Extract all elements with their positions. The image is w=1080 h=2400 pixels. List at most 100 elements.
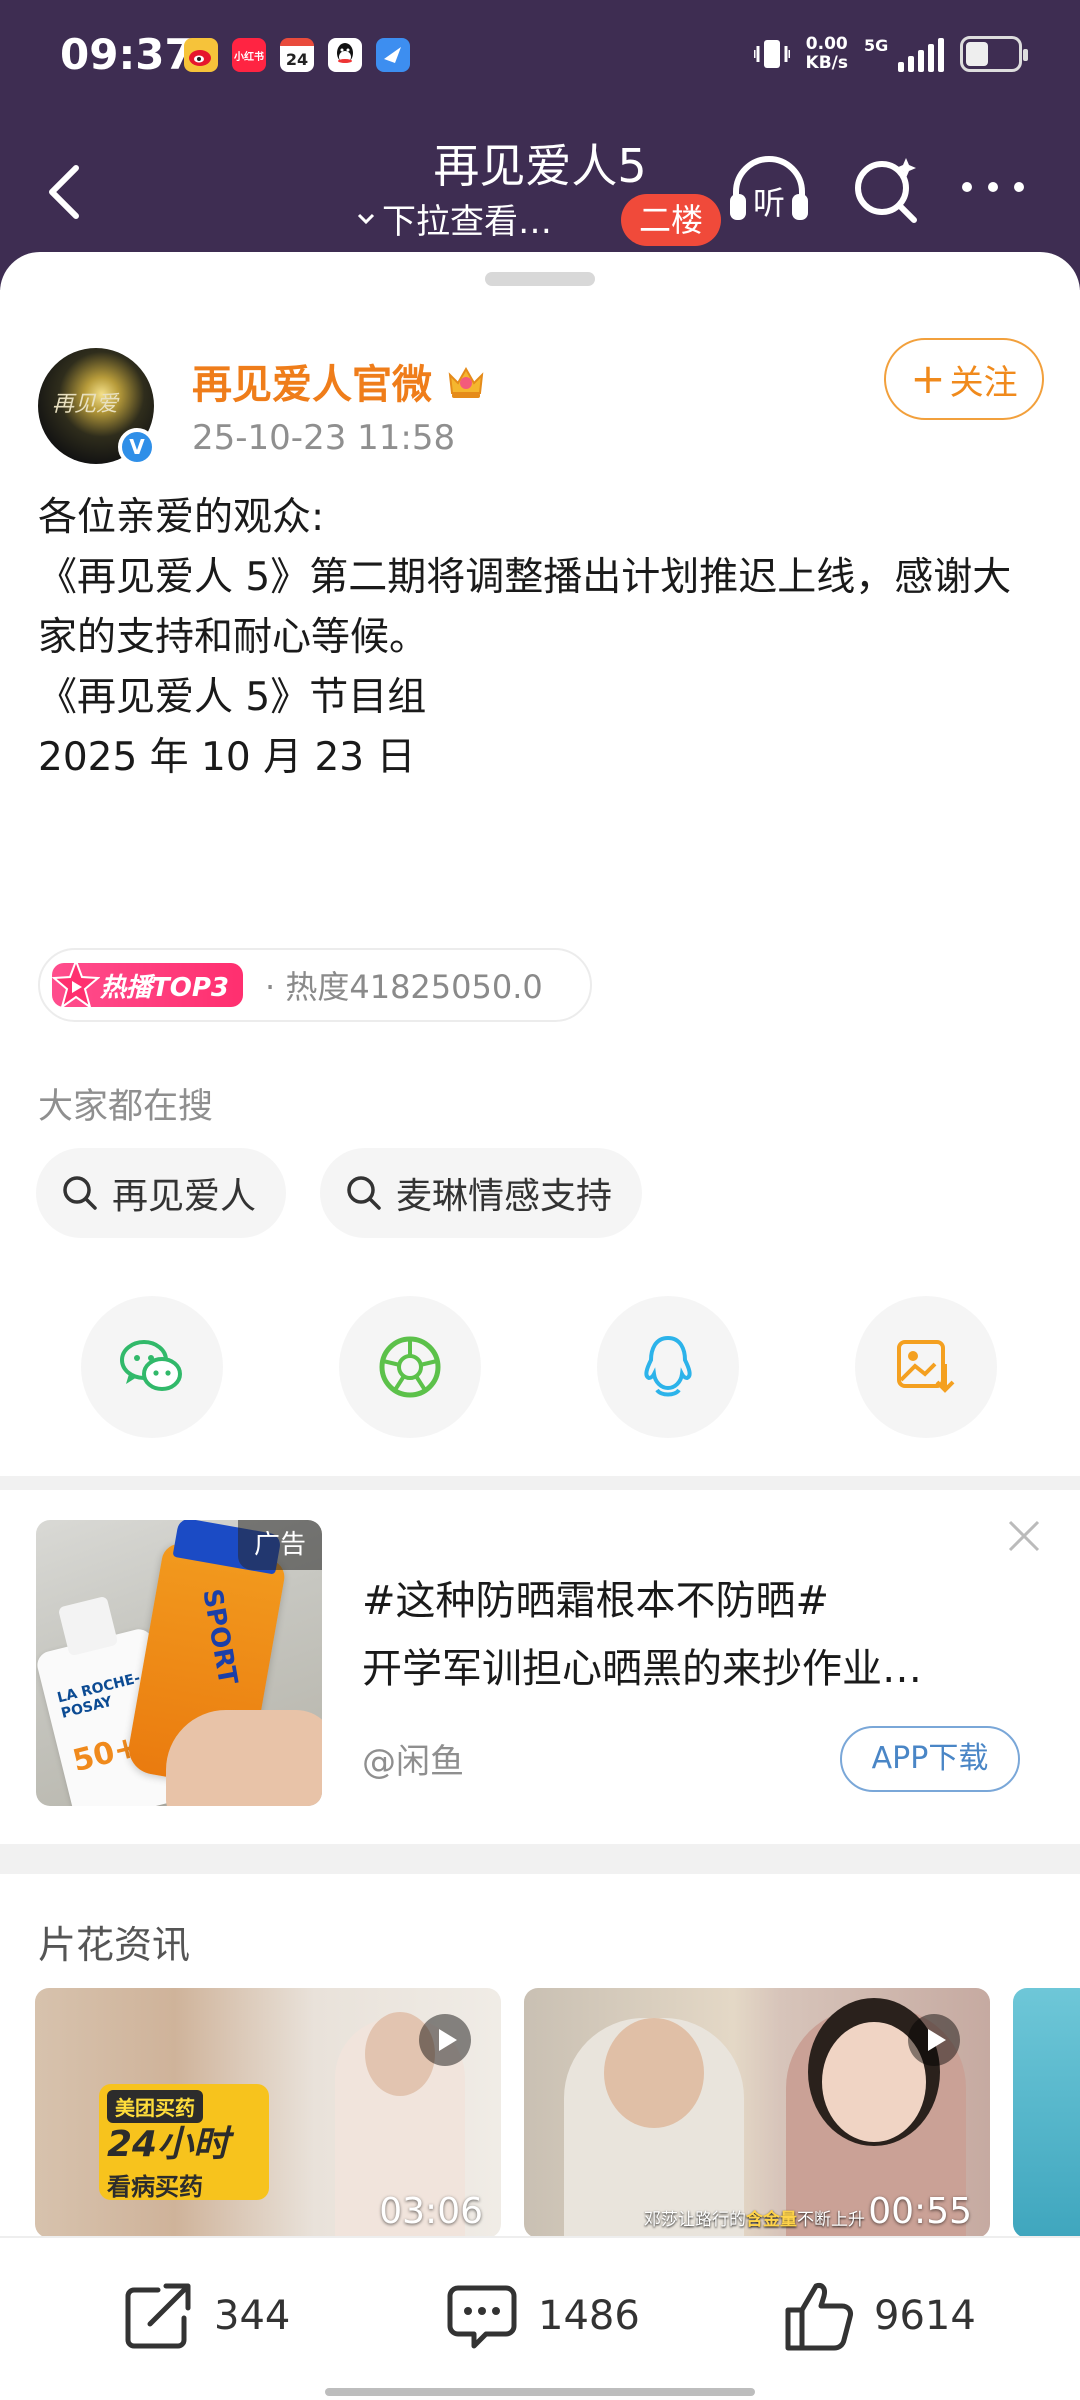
promo-main: 24小时 [107, 2124, 230, 2165]
video-caption: 邓莎让路行的含金量不断上升 [644, 2205, 865, 2230]
body-line: 《再见爱人 5》第二期将调整播出计划推迟上线，感谢大家的支持和耐心等候。 [38, 555, 1012, 660]
ad-bottle-label: SPORT [196, 1586, 243, 1688]
listen-label: 听 [753, 184, 785, 222]
pull-down-label: 下拉查看… [382, 202, 552, 242]
listen-button[interactable]: 听 [726, 150, 812, 230]
network-type: 5G [864, 36, 889, 55]
ad-source: @闲鱼 [362, 1742, 464, 1782]
caption-highlight: 含金量 [746, 2210, 797, 2230]
moments-icon [379, 1336, 441, 1398]
calendar-icon: 24 [280, 38, 314, 72]
net-speed-unit: KB/s [805, 53, 848, 73]
save-image-button[interactable] [855, 1296, 997, 1438]
close-icon[interactable] [1004, 1516, 1044, 1556]
action-bar: 344 1486 9614 [0, 2236, 1080, 2400]
status-right: 0.00 KB/s 5G [753, 34, 1028, 74]
plus-icon: + [910, 354, 946, 403]
net-speed: 0.00 KB/s [806, 35, 848, 73]
top-header: 09:37 小红书 24 0.00 KB/s 5G 再见爱人5 下拉查看… 二楼… [0, 0, 1080, 290]
avatar-text: 再见爱 [52, 392, 119, 417]
hot-value: · 热度41825050.0 [265, 968, 543, 1006]
app-download-button[interactable]: APP下载 [840, 1726, 1020, 1792]
status-time: 09:37 [60, 30, 194, 79]
share-wechat-button[interactable] [81, 1296, 223, 1438]
share-qq-button[interactable] [597, 1296, 739, 1438]
ad-hand [166, 1710, 322, 1806]
qq-icon [328, 38, 362, 72]
xiaohongshu-icon: 小红书 [232, 38, 266, 72]
like-button[interactable]: 9614 [780, 2278, 976, 2354]
post-sheet: 再见爱 V 再见爱人官微 25-10-23 11:58 + 关注 各位亲爱的观众… [0, 252, 1080, 2400]
search-chip[interactable]: 麦琳情感支持 [320, 1148, 643, 1238]
ad-title[interactable]: #这种防晒霜根本不防晒# [362, 1568, 1022, 1626]
hot-rank-pill[interactable]: 热播TOP3 · 热度41825050.0 [38, 948, 592, 1022]
section-divider [0, 1476, 1080, 1490]
search-button[interactable] [850, 154, 922, 226]
post-date: 25-10-23 11:58 [192, 418, 456, 458]
comment-count: 1486 [538, 2293, 640, 2339]
play-icon [419, 2014, 471, 2066]
ad-image[interactable]: LA ROCHE-POSAY 50+ SPORT 广告 [36, 1520, 322, 1806]
video-card[interactable]: 邓莎让路行的含金量不断上升 00:55 [524, 1988, 990, 2238]
star-icon [52, 959, 100, 1010]
qq-icon [644, 1335, 692, 1397]
wechat-icon [120, 1340, 182, 1391]
home-indicator[interactable] [325, 2388, 755, 2396]
more-button[interactable] [962, 172, 1034, 202]
video-duration: 03:06 [379, 2191, 483, 2232]
save-image-icon [897, 1340, 955, 1393]
clips-section-title: 片花资讯 [38, 1923, 191, 1967]
comment-icon [447, 2285, 517, 2349]
search-icon [63, 1176, 97, 1210]
chevron-down-icon [357, 213, 375, 224]
drag-handle[interactable] [485, 272, 595, 286]
hot-badge: 热播TOP3 [52, 959, 243, 1010]
video-card[interactable]: 美团买药 24小时 看病买药 03:06 [35, 1988, 501, 2238]
weibo-icon [184, 38, 218, 72]
headphones-icon: 听 [730, 156, 808, 222]
share-icon [125, 2283, 191, 2349]
share-moments-button[interactable] [339, 1296, 481, 1438]
like-count: 9614 [874, 2293, 976, 2339]
comment-button[interactable]: 1486 [444, 2278, 640, 2354]
search-chip-label: 再见爱人 [112, 1176, 257, 1217]
caption-text: 邓莎让路行的 [644, 2210, 746, 2230]
search-icon [347, 1176, 381, 1210]
vibrate-icon [753, 40, 790, 68]
repost-count: 344 [214, 2293, 291, 2339]
video-duration: 00:55 [868, 2191, 972, 2232]
second-floor-badge[interactable]: 二楼 [621, 194, 721, 246]
avatar[interactable]: 再见爱 V [38, 348, 156, 466]
search-icon [855, 158, 917, 223]
net-speed-value: 0.00 [805, 34, 848, 54]
promo-brand: 美团买药 [107, 2090, 203, 2123]
body-line: 2025 年 10 月 23 日 [38, 735, 416, 780]
video-promo-sign: 美团买药 24小时 看病买药 [99, 2084, 269, 2201]
nav-bar: 再见爱人5 下拉查看… 二楼 听 [0, 116, 1080, 256]
crown-icon [448, 366, 484, 398]
signal-icon: 5G [864, 36, 944, 72]
repost-button[interactable]: 344 [120, 2278, 290, 2354]
follow-label: 关注 [949, 362, 1018, 403]
ad-description[interactable]: 开学军训担心晒黑的来抄作业… [362, 1636, 1022, 1694]
search-chip[interactable]: 再见爱人 [36, 1148, 287, 1238]
author-name: 再见爱人官微 [192, 362, 432, 408]
mail-icon [376, 38, 410, 72]
promo-sub: 看病买药 [107, 2173, 203, 2201]
author-name-row[interactable]: 再见爱人官微 [192, 352, 488, 410]
trending-search-label: 大家都在搜 [38, 1087, 214, 1127]
battery-icon [960, 36, 1028, 72]
ad-tag: 广告 [238, 1520, 322, 1570]
verified-badge: V [118, 428, 156, 466]
notification-icons: 小红书 24 [184, 38, 410, 72]
hot-badge-label: 热播TOP3 [100, 972, 229, 1003]
pull-down-hint[interactable]: 下拉查看… [356, 194, 552, 243]
thumbs-up-icon [785, 2283, 853, 2351]
search-chip-label: 麦琳情感支持 [396, 1176, 613, 1217]
status-bar: 09:37 小红书 24 0.00 KB/s 5G [0, 0, 1080, 116]
body-line: 各位亲爱的观众: [38, 495, 325, 540]
follow-button[interactable]: + 关注 [884, 338, 1044, 420]
video-card-partial[interactable] [1013, 1988, 1080, 2238]
caption-text: 不断上升 [797, 2210, 865, 2230]
section-divider [0, 1844, 1080, 1874]
